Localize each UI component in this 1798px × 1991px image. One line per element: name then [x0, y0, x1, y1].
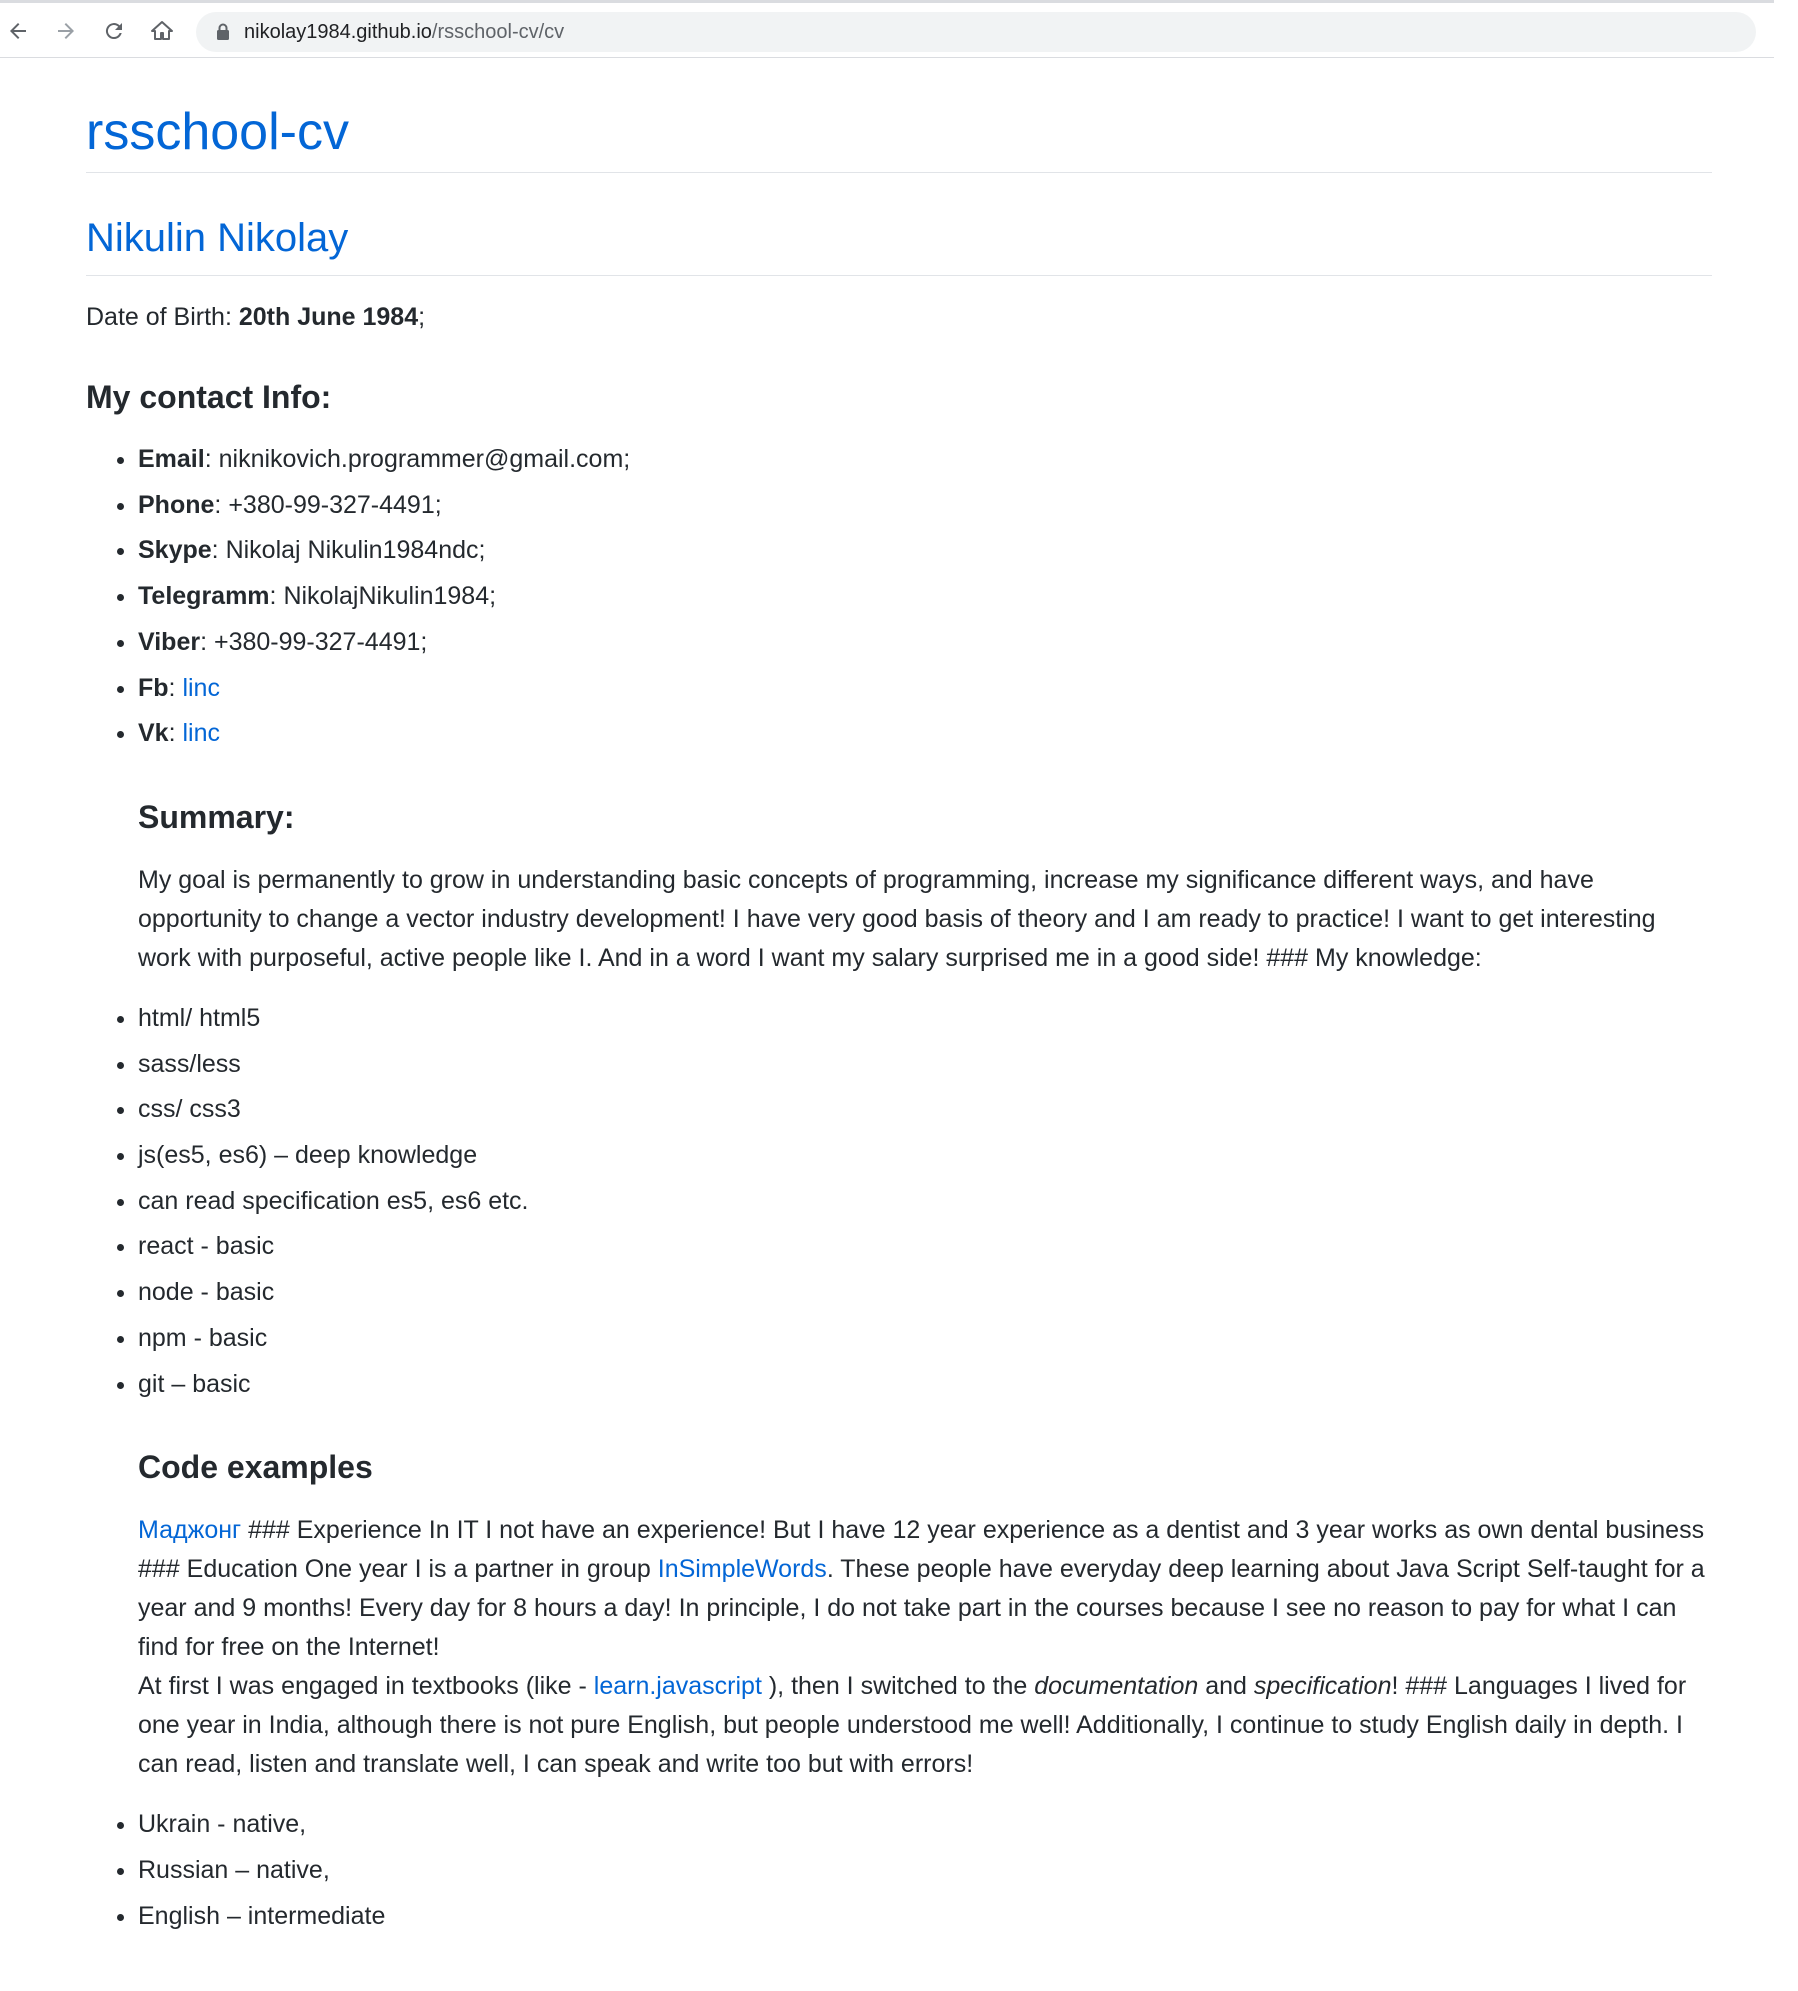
- contact-label: Skype: [138, 536, 212, 565]
- contact-label: Vk: [138, 719, 169, 748]
- vk-link[interactable]: linc: [183, 719, 221, 747]
- knowledge-item: git – basic: [138, 1362, 1712, 1408]
- forward-arrow-icon[interactable]: [52, 17, 80, 45]
- summary-heading: Summary:: [138, 798, 295, 835]
- fb-link[interactable]: linc: [182, 674, 220, 702]
- browser-toolbar: nikolay1984.github.io/rsschool-cv/cv: [0, 0, 1774, 58]
- contact-label: Email: [138, 445, 205, 473]
- contact-label: Fb: [138, 673, 169, 702]
- knowledge-item: html/ html5: [138, 996, 1712, 1042]
- lock-icon: [217, 23, 229, 40]
- name-heading-link[interactable]: Nikulin Nikolay: [86, 216, 348, 260]
- contact-value: NikolajNikulin1984;: [283, 582, 497, 611]
- name-heading: Nikulin Nikolay: [86, 211, 1712, 276]
- url-host: nikolay1984.github.io: [244, 20, 432, 43]
- contact-value: niknikovich.programmer@gmail.com;: [218, 445, 631, 473]
- contact-item-viber: Viber: +380-99-327-4491;: [138, 620, 1712, 666]
- contact-separator: :: [200, 627, 214, 656]
- contact-separator: :: [214, 490, 229, 519]
- contact-list: Email: niknikovich.programmer@gmail.com;…: [86, 437, 1712, 757]
- contact-item-skype: Skype: Nikolaj Nikulin1984ndc;: [138, 528, 1712, 574]
- date-of-birth: Date of Birth: 20th June 1984;: [86, 298, 1712, 337]
- page-content: rsschool-cv Nikulin Nikolay Date of Birt…: [86, 58, 1712, 1939]
- language-item: Russian – native,: [138, 1848, 1712, 1894]
- knowledge-item: sass/less: [138, 1042, 1712, 1088]
- contact-item-vk: Vk: linc: [138, 711, 1712, 757]
- language-item: English – intermediate: [138, 1894, 1712, 1940]
- knowledge-item: can read specification es5, es6 etc.: [138, 1179, 1712, 1225]
- contact-value: Nikolaj Nikulin1984ndc;: [225, 536, 486, 565]
- code-examples-heading: Code examples: [138, 1449, 373, 1486]
- summary-text: My goal is permanently to grow in unders…: [138, 865, 1656, 972]
- url-path: /rsschool-cv/cv: [431, 20, 565, 43]
- languages-list: Ukrain - native, Russian – native, Engli…: [86, 1802, 1712, 1939]
- home-icon[interactable]: [148, 17, 176, 45]
- contact-separator: :: [168, 719, 183, 748]
- knowledge-item: js(es5, es6) – deep knowledge: [138, 1133, 1712, 1179]
- back-arrow-icon[interactable]: [4, 17, 32, 45]
- address-bar[interactable]: nikolay1984.github.io/rsschool-cv/cv: [196, 12, 1756, 52]
- contact-separator: :: [168, 673, 183, 702]
- mahjong-link[interactable]: Маджонг: [138, 1516, 241, 1544]
- reload-icon[interactable]: [100, 17, 128, 45]
- url-text: nikolay1984.github.io/rsschool-cv/cv: [244, 21, 564, 44]
- and-text: and: [1198, 1672, 1254, 1701]
- knowledge-item: css/ css3: [138, 1087, 1712, 1133]
- contact-label: Telegramm: [138, 582, 270, 611]
- dob-value: 20th June 1984: [238, 303, 419, 331]
- contact-item-telegram: Telegramm: NikolajNikulin1984;: [138, 574, 1712, 620]
- contact-heading: My contact Info:: [86, 379, 332, 415]
- insimplewords-link[interactable]: InSimpleWords: [658, 1555, 827, 1583]
- switched-text: ), then I switched to the: [761, 1672, 1035, 1701]
- knowledge-item: react - basic: [138, 1224, 1712, 1270]
- language-item: Ukrain - native,: [138, 1802, 1712, 1848]
- site-title-link[interactable]: rsschool-cv: [86, 103, 349, 161]
- code-examples-text: Маджонг ### Experience In IT I not have …: [138, 1511, 1712, 1784]
- contact-value: +380-99-327-4491;: [213, 627, 428, 656]
- contact-separator: :: [204, 445, 219, 473]
- dob-label: Date of Birth:: [86, 303, 239, 331]
- contact-item-fb: Fb: linc: [138, 666, 1712, 712]
- site-title: rsschool-cv: [86, 58, 1712, 173]
- contact-item-email: Email: niknikovich.programmer@gmail.com;: [138, 437, 1712, 483]
- learn-javascript-link[interactable]: learn.javascript: [594, 1672, 762, 1700]
- knowledge-item: npm - basic: [138, 1316, 1712, 1362]
- knowledge-list: html/ html5 sass/less css/ css3 js(es5, …: [86, 996, 1712, 1407]
- dob-suffix: ;: [418, 303, 426, 331]
- knowledge-item: node - basic: [138, 1270, 1712, 1316]
- contact-label: Viber: [138, 627, 201, 656]
- textbooks-text: At first I was engaged in textbooks (lik…: [138, 1672, 594, 1701]
- window-edge: [1774, 0, 1798, 1991]
- specification-emphasis: specification: [1253, 1672, 1392, 1701]
- contact-value: +380-99-327-4491;: [228, 490, 442, 519]
- contact-separator: :: [211, 536, 226, 565]
- documentation-emphasis: documentation: [1034, 1672, 1199, 1701]
- contact-separator: :: [269, 582, 284, 611]
- contact-item-phone: Phone: +380-99-327-4491;: [138, 483, 1712, 529]
- contact-label: Phone: [138, 490, 215, 519]
